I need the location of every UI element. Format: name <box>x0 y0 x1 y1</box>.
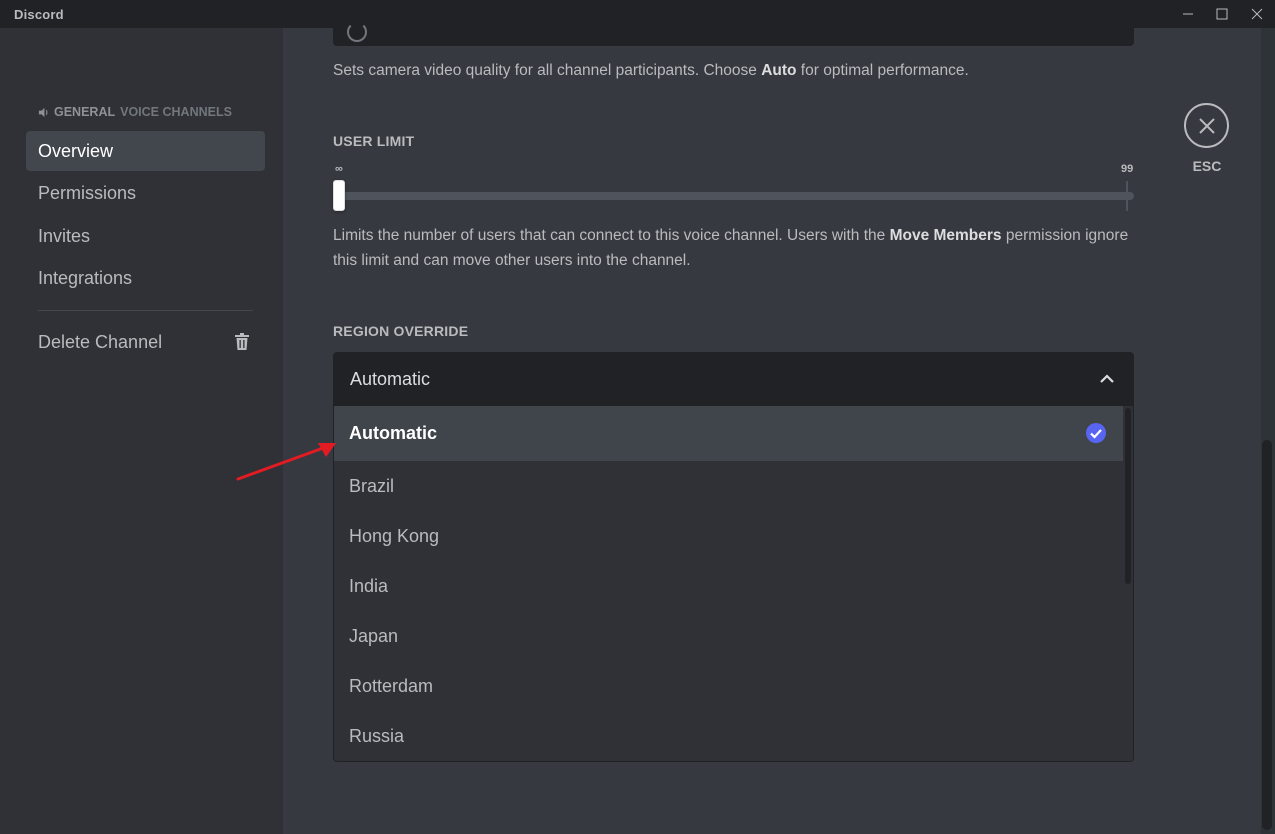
slider-max-label: 99 <box>1121 163 1134 175</box>
app-title: Discord <box>14 7 64 22</box>
minimize-button[interactable] <box>1171 0 1205 28</box>
close-window-button[interactable] <box>1240 0 1274 28</box>
sidebar-item-permissions[interactable]: Permissions <box>26 173 265 213</box>
sidebar-item-integrations[interactable]: Integrations <box>26 258 265 298</box>
checkmark-icon <box>1086 423 1106 443</box>
user-limit-description: Limits the number of users that can conn… <box>333 227 1129 269</box>
maximize-icon <box>1216 8 1228 20</box>
region-option-japan[interactable]: Japan <box>334 611 1123 661</box>
maximize-button[interactable] <box>1205 0 1239 28</box>
region-option-russia[interactable]: Russia <box>334 711 1123 761</box>
region-option-brazil[interactable]: Brazil <box>334 461 1123 511</box>
close-settings-button[interactable] <box>1184 103 1229 148</box>
delete-channel-button[interactable]: Delete Channel <box>26 322 265 362</box>
region-option-india[interactable]: India <box>334 561 1123 611</box>
sidebar-header: General Voice Channels <box>38 105 232 119</box>
title-bar: Discord <box>0 0 1275 28</box>
region-override-label: Region Override <box>333 323 469 339</box>
region-option-automatic[interactable]: Automatic <box>334 406 1123 461</box>
dropdown-scrollbar[interactable] <box>1125 408 1131 584</box>
radio-icon <box>347 22 367 42</box>
channel-category: Voice Channels <box>120 105 232 119</box>
close-icon <box>1198 117 1215 134</box>
trash-icon <box>235 333 249 350</box>
region-option-rotterdam[interactable]: Rotterdam <box>334 661 1123 711</box>
close-icon <box>1251 8 1263 20</box>
region-select[interactable]: Automatic <box>333 352 1134 406</box>
sidebar-item-overview[interactable]: Overview <box>26 131 265 171</box>
delete-channel-label: Delete Channel <box>38 331 163 352</box>
slider-min-label: ∞ <box>335 163 343 175</box>
annotation-arrow-icon <box>236 443 336 481</box>
speaker-icon <box>38 107 48 117</box>
chevron-up-icon <box>1100 374 1114 383</box>
user-limit-slider[interactable] <box>334 192 1134 200</box>
esc-label: ESC <box>1192 158 1222 174</box>
video-quality-field[interactable] <box>333 22 1134 46</box>
slider-tick-max <box>1126 181 1128 211</box>
video-quality-description: Sets camera video quality for all channe… <box>333 62 969 79</box>
channel-name: General <box>54 105 116 119</box>
region-dropdown: Automatic Brazil Hong Kong India Japan R… <box>333 406 1134 762</box>
page-scrollbar-thumb[interactable] <box>1262 440 1272 830</box>
minimize-icon <box>1183 13 1193 15</box>
user-limit-slider-handle[interactable] <box>333 180 345 211</box>
region-option-hong-kong[interactable]: Hong Kong <box>334 511 1123 561</box>
sidebar-divider <box>38 310 253 311</box>
region-select-value: Automatic <box>350 368 431 389</box>
user-limit-label: User Limit <box>333 133 415 149</box>
sidebar-item-invites[interactable]: Invites <box>26 216 265 256</box>
